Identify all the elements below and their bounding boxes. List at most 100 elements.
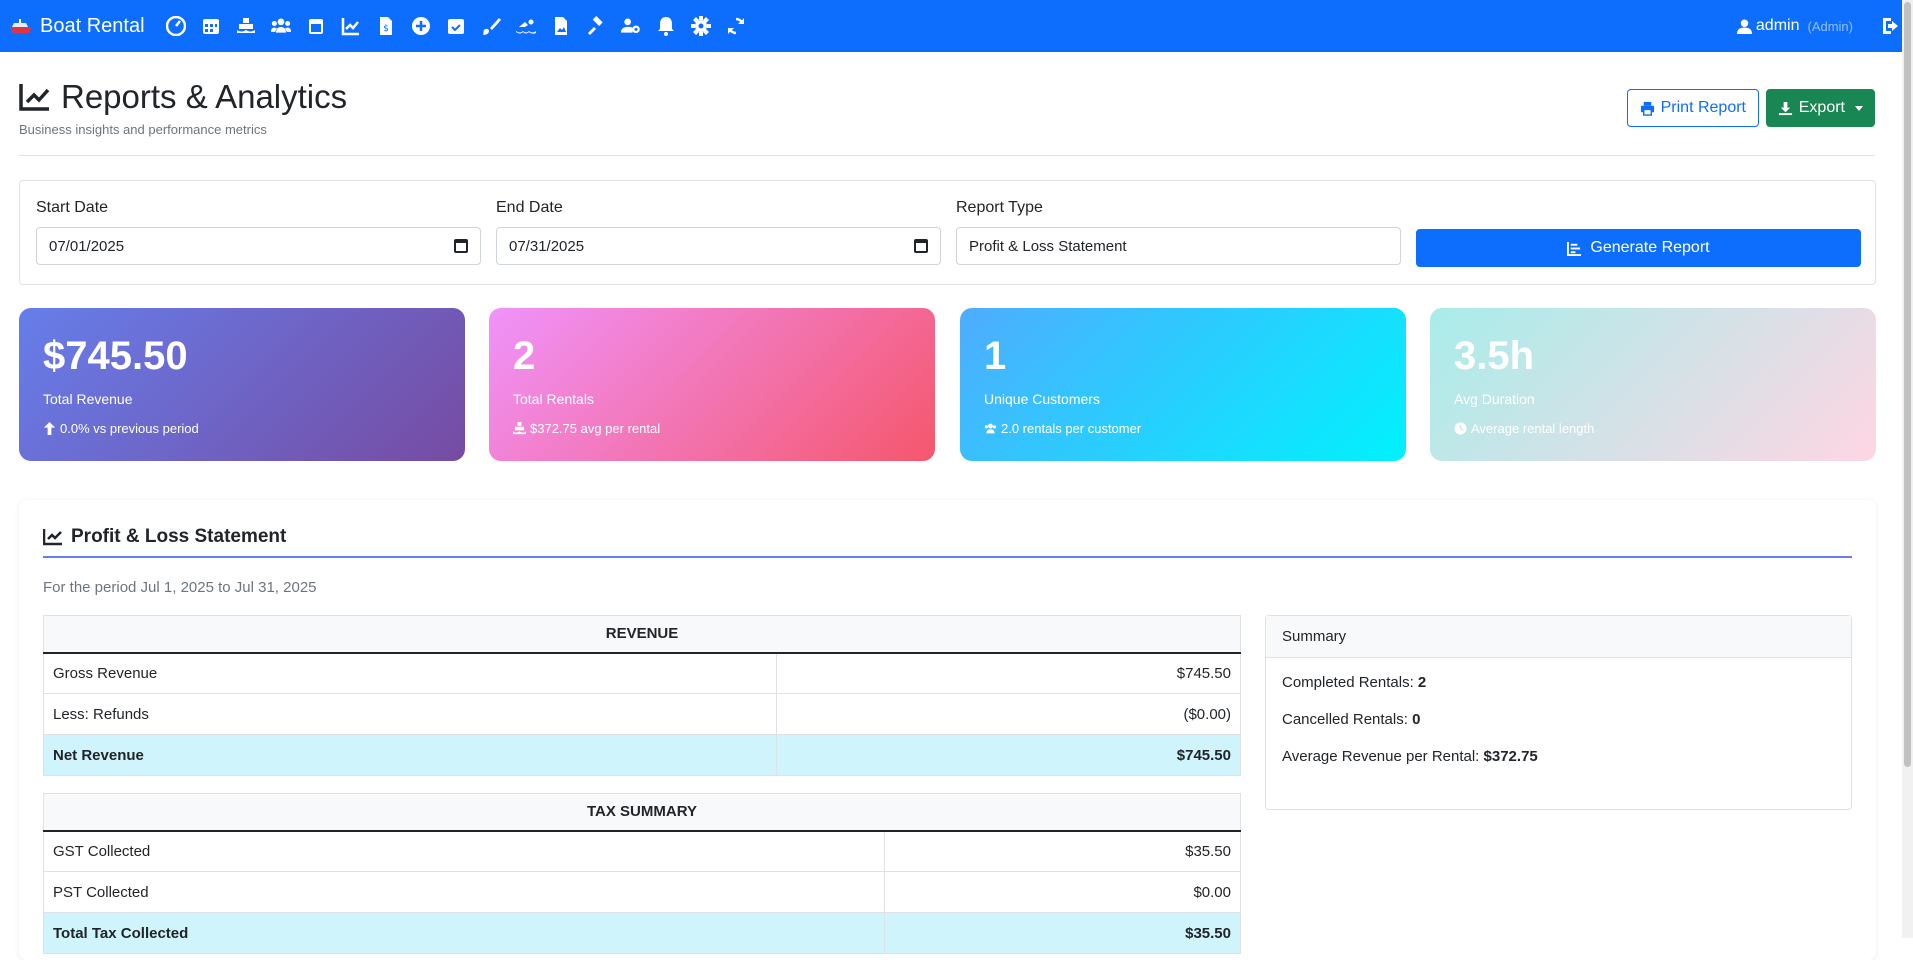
calendar-icon[interactable] — [200, 15, 223, 38]
tax-summary-table: TAX SUMMARY GST Collected $35.50 PST Col… — [43, 793, 1241, 954]
row-label: Net Revenue — [43, 734, 777, 776]
row-label: GST Collected — [43, 830, 885, 872]
nav-icons: $ — [165, 15, 748, 38]
calendar-check-icon[interactable] — [445, 15, 468, 38]
row-label: PST Collected — [43, 871, 885, 913]
table-row: PST Collected $0.00 — [43, 871, 1241, 913]
cancelled-rentals-value: 0 — [1412, 711, 1421, 728]
print-report-label: Print Report — [1660, 99, 1746, 116]
end-date-input[interactable]: 07/31/2025 — [496, 227, 941, 265]
row-label: Total Tax Collected — [43, 912, 885, 954]
plus-circle-icon[interactable] — [410, 15, 433, 38]
clock-icon — [1454, 422, 1467, 435]
top-navbar: Boat Rental $ admin (Admin) — [0, 0, 1913, 52]
stat-value: $745.50 — [43, 334, 188, 378]
user-menu: admin (Admin) — [1736, 15, 1903, 37]
gear-icon[interactable] — [690, 15, 713, 38]
end-date-field: End Date 07/31/2025 — [496, 199, 941, 265]
end-date-value: 07/31/2025 — [509, 237, 585, 255]
arrow-up-icon — [43, 422, 56, 435]
bell-icon[interactable] — [655, 15, 678, 38]
stat-subtext-text: $372.75 avg per rental — [530, 421, 661, 436]
cancelled-rentals: Cancelled Rentals: 0 — [1282, 711, 1835, 728]
report-title: Profit & Loss Statement — [43, 526, 1852, 558]
report-filters: Start Date 07/01/2025 End Date 07/31/202… — [19, 180, 1876, 285]
stat-subtext: Average rental length — [1454, 421, 1852, 436]
export-label: Export — [1798, 99, 1845, 116]
sync-icon[interactable] — [725, 15, 748, 38]
users-icon[interactable] — [270, 15, 293, 38]
average-revenue-label: Average Revenue per Rental: — [1282, 748, 1480, 765]
stat-subtext-text: Average rental length — [1471, 421, 1595, 436]
ship-icon — [513, 422, 526, 435]
stat-label: Total Revenue — [43, 391, 133, 407]
boat-icon[interactable] — [235, 15, 258, 38]
table-header-row: REVENUE — [43, 615, 1241, 654]
stat-subtext: 0.0% vs previous period — [43, 421, 441, 436]
file-image-icon[interactable] — [550, 15, 573, 38]
row-amount: $0.00 — [884, 871, 1241, 913]
report-type-label: Report Type — [956, 199, 1043, 216]
row-amount: $745.50 — [776, 652, 1241, 694]
chart-line-icon[interactable] — [340, 15, 363, 38]
unique-customers-card: 1 Unique Customers 2.0 rentals per custo… — [960, 308, 1406, 461]
user-name[interactable]: admin — [1756, 17, 1800, 35]
table-row: GST Collected $35.50 — [43, 830, 1241, 872]
stat-subtext: $372.75 avg per rental — [513, 421, 911, 436]
stat-label: Avg Duration — [1454, 391, 1535, 407]
stat-subtext-text: 0.0% vs previous period — [60, 421, 199, 436]
report-type-select[interactable]: Profit & Loss Statement — [956, 227, 1401, 265]
user-role: (Admin) — [1807, 18, 1853, 34]
start-date-label: Start Date — [36, 199, 109, 216]
report-title-text: Profit & Loss Statement — [71, 526, 287, 547]
stat-label: Total Rentals — [513, 391, 594, 407]
row-amount: $745.50 — [776, 734, 1241, 776]
revenue-table: REVENUE Gross Revenue $745.50 Less: Refu… — [43, 615, 1241, 776]
stat-subtext: 2.0 rentals per customer — [984, 421, 1382, 436]
row-label: Gross Revenue — [43, 652, 777, 694]
brand-link[interactable]: Boat Rental — [10, 15, 145, 38]
completed-rentals-value: 2 — [1417, 674, 1427, 691]
page-title-text: Reports & Analytics — [61, 78, 348, 115]
printer-icon — [1640, 101, 1654, 116]
gavel-icon[interactable] — [585, 15, 608, 38]
svg-text:$: $ — [383, 24, 389, 34]
scrollbar-thumb[interactable] — [1904, 2, 1911, 767]
brush-icon[interactable] — [480, 15, 503, 38]
calendar-picker-icon[interactable] — [914, 239, 928, 253]
average-revenue: Average Revenue per Rental: $372.75 — [1282, 748, 1835, 765]
completed-rentals: Completed Rentals: 2 — [1282, 674, 1835, 691]
caret-down-icon — [1855, 105, 1863, 111]
report-type-value: Profit & Loss Statement — [969, 237, 1127, 255]
swimmer-icon[interactable] — [515, 15, 538, 38]
table-row: Less: Refunds ($0.00) — [43, 693, 1241, 735]
start-date-input[interactable]: 07/01/2025 — [36, 227, 481, 265]
logout-icon[interactable] — [1881, 15, 1903, 37]
avg-duration-card: 3.5h Avg Duration Average rental length — [1430, 308, 1876, 461]
chart-bar-icon — [1567, 241, 1582, 256]
generate-report-button[interactable]: Generate Report — [1416, 229, 1861, 267]
export-dropdown-button[interactable]: Export — [1765, 89, 1875, 127]
report-period: For the period Jul 1, 2025 to Jul 31, 20… — [43, 579, 317, 596]
row-amount: $35.50 — [884, 830, 1241, 872]
summary-heading: Summary — [1266, 616, 1851, 658]
tax-heading: TAX SUMMARY — [43, 793, 1241, 832]
chart-line-icon — [43, 529, 62, 546]
stat-subtext-text: 2.0 rentals per customer — [1001, 421, 1142, 436]
summary-card: Summary Completed Rentals: 2 Cancelled R… — [1265, 615, 1852, 810]
calendar-picker-icon[interactable] — [454, 239, 468, 253]
total-rentals-card: 2 Total Rentals $372.75 avg per rental — [489, 308, 935, 461]
print-report-button[interactable]: Print Report — [1626, 89, 1759, 127]
row-label: Less: Refunds — [43, 693, 777, 735]
start-date-field: Start Date 07/01/2025 — [36, 199, 481, 265]
row-amount: ($0.00) — [776, 693, 1241, 735]
report-panel: Profit & Loss Statement For the period J… — [19, 500, 1876, 960]
stat-value: 2 — [513, 334, 536, 378]
page-scrollbar[interactable] — [1902, 0, 1913, 938]
user-cog-icon[interactable] — [620, 15, 643, 38]
dashboard-icon[interactable] — [165, 15, 188, 38]
completed-rentals-label: Completed Rentals: — [1282, 674, 1414, 691]
calendar-alt-icon[interactable] — [305, 15, 328, 38]
invoice-icon[interactable]: $ — [375, 15, 398, 38]
page-header: Reports & Analytics Business insights an… — [19, 78, 1875, 156]
